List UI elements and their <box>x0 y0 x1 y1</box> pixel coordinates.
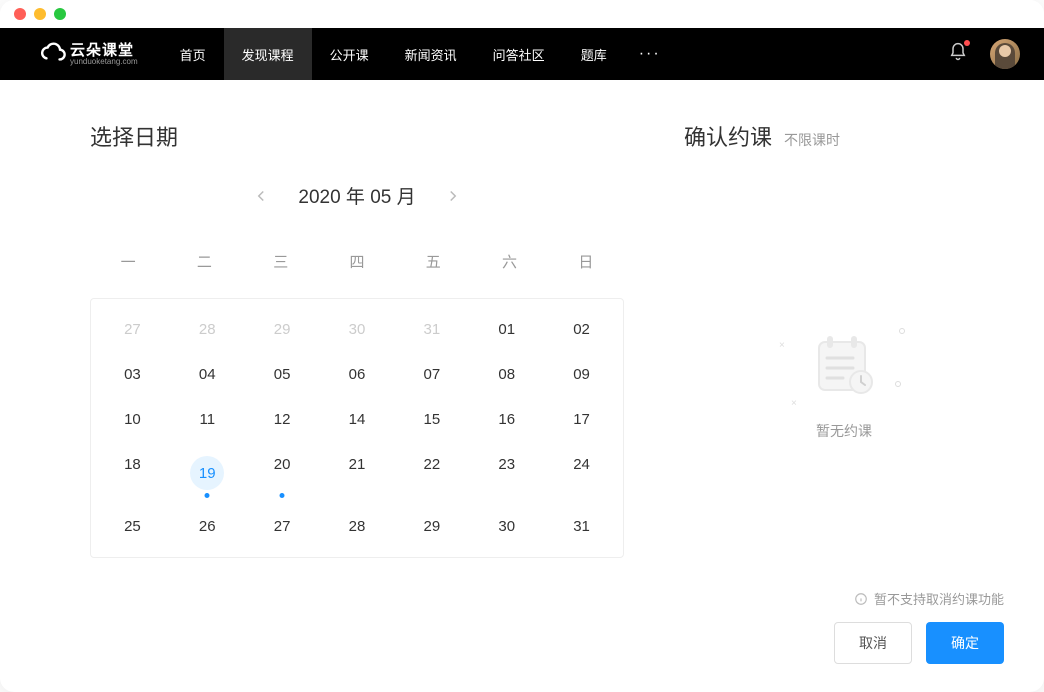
day-14[interactable]: 14 <box>320 397 395 442</box>
day-16[interactable]: 16 <box>469 397 544 442</box>
day-21[interactable]: 21 <box>320 442 395 504</box>
footer-actions: 取消 确定 <box>684 622 1004 664</box>
day-24[interactable]: 24 <box>544 442 619 504</box>
chevron-right-icon <box>444 187 462 205</box>
maximize-window[interactable] <box>54 8 66 20</box>
day-03[interactable]: 03 <box>95 352 170 397</box>
empty-state: × × 暂无约课 <box>684 182 1004 589</box>
day-02[interactable]: 02 <box>544 307 619 352</box>
app-window: 云朵课堂 yunduoketang.com 首页发现课程公开课新闻资讯问答社区题… <box>0 0 1044 692</box>
nav-item-2[interactable]: 公开课 <box>312 28 387 80</box>
day-25[interactable]: 25 <box>95 504 170 549</box>
notification-dot <box>964 40 970 46</box>
day-01[interactable]: 01 <box>469 307 544 352</box>
footer-note: 暂不支持取消约课功能 <box>684 589 1004 608</box>
empty-text: 暂无约课 <box>816 421 872 441</box>
day-31: 31 <box>394 307 469 352</box>
info-icon <box>854 592 868 606</box>
confirm-button[interactable]: 确定 <box>926 622 1004 664</box>
day-19[interactable]: 19 <box>170 442 245 504</box>
day-22[interactable]: 22 <box>394 442 469 504</box>
day-18[interactable]: 18 <box>95 442 170 504</box>
day-04[interactable]: 04 <box>170 352 245 397</box>
nav-item-1[interactable]: 发现课程 <box>224 28 312 80</box>
confirm-title: 确认约课 <box>684 120 772 152</box>
confirm-subtitle: 不限课时 <box>784 130 840 150</box>
weekday-4: 五 <box>395 235 471 288</box>
day-09[interactable]: 09 <box>544 352 619 397</box>
footer-note-text: 暂不支持取消约课功能 <box>874 589 1004 608</box>
date-panel: 选择日期 2020 年 05 月 一二三四五六日 272829303101020… <box>0 80 684 692</box>
day-29: 29 <box>245 307 320 352</box>
logo-text: 云朵课堂 yunduoketang.com <box>70 43 138 66</box>
day-05[interactable]: 05 <box>245 352 320 397</box>
nav-item-0[interactable]: 首页 <box>162 28 224 80</box>
close-window[interactable] <box>14 8 26 20</box>
day-27[interactable]: 27 <box>245 504 320 549</box>
top-nav: 云朵课堂 yunduoketang.com 首页发现课程公开课新闻资讯问答社区题… <box>0 28 1044 80</box>
day-28: 28 <box>170 307 245 352</box>
date-title: 选择日期 <box>90 120 624 152</box>
weekday-5: 六 <box>471 235 547 288</box>
weekday-2: 三 <box>243 235 319 288</box>
day-30: 30 <box>320 307 395 352</box>
nav-more[interactable]: ··· <box>625 45 675 63</box>
day-26[interactable]: 26 <box>170 504 245 549</box>
day-27: 27 <box>95 307 170 352</box>
weekday-1: 二 <box>166 235 242 288</box>
content: 选择日期 2020 年 05 月 一二三四五六日 272829303101020… <box>0 80 1044 692</box>
logo[interactable]: 云朵课堂 yunduoketang.com <box>40 41 138 67</box>
month-picker: 2020 年 05 月 <box>90 182 624 209</box>
notification-bell[interactable] <box>948 42 968 67</box>
nav-item-3[interactable]: 新闻资讯 <box>387 28 475 80</box>
titlebar <box>0 0 1044 28</box>
nav-item-4[interactable]: 问答社区 <box>475 28 563 80</box>
day-12[interactable]: 12 <box>245 397 320 442</box>
calendar-empty-icon: × × <box>809 330 879 405</box>
weekday-6: 日 <box>548 235 624 288</box>
day-20[interactable]: 20 <box>245 442 320 504</box>
day-31[interactable]: 31 <box>544 504 619 549</box>
day-07[interactable]: 07 <box>394 352 469 397</box>
chevron-left-icon <box>252 187 270 205</box>
user-avatar[interactable] <box>990 39 1020 69</box>
day-17[interactable]: 17 <box>544 397 619 442</box>
day-15[interactable]: 15 <box>394 397 469 442</box>
confirm-panel: 确认约课 不限课时 × × <box>684 80 1044 692</box>
day-28[interactable]: 28 <box>320 504 395 549</box>
minimize-window[interactable] <box>34 8 46 20</box>
logo-icon <box>40 41 66 67</box>
calendar: 一二三四五六日 27282930310102030405060708091011… <box>90 235 624 558</box>
day-30[interactable]: 30 <box>469 504 544 549</box>
day-06[interactable]: 06 <box>320 352 395 397</box>
weekday-3: 四 <box>319 235 395 288</box>
month-label: 2020 年 05 月 <box>298 182 415 209</box>
next-month[interactable] <box>444 187 462 205</box>
day-11[interactable]: 11 <box>170 397 245 442</box>
weekday-0: 一 <box>90 235 166 288</box>
day-10[interactable]: 10 <box>95 397 170 442</box>
day-23[interactable]: 23 <box>469 442 544 504</box>
cancel-button[interactable]: 取消 <box>834 622 912 664</box>
prev-month[interactable] <box>252 187 270 205</box>
day-08[interactable]: 08 <box>469 352 544 397</box>
day-29[interactable]: 29 <box>394 504 469 549</box>
nav-item-5[interactable]: 题库 <box>563 28 625 80</box>
